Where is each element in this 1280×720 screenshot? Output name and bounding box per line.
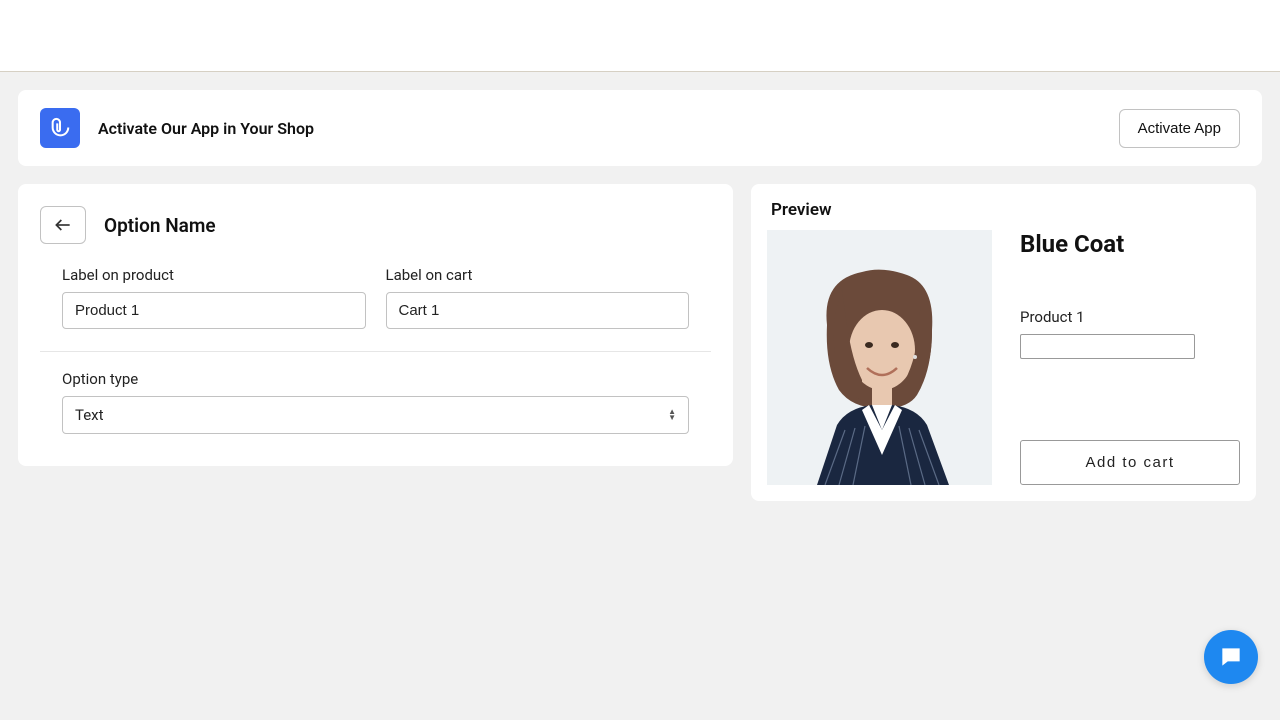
preview-card: Preview xyxy=(751,184,1256,501)
arrow-left-icon xyxy=(53,215,73,235)
option-type-label: Option type xyxy=(62,370,689,388)
top-blank-area xyxy=(0,0,1280,72)
content-area: Activate Our App in Your Shop Activate A… xyxy=(0,72,1280,519)
card-title: Option Name xyxy=(104,214,216,237)
preview-product-image xyxy=(767,230,992,485)
add-to-cart-button[interactable]: Add to cart xyxy=(1020,440,1240,485)
label-product-field: Label on product xyxy=(62,266,366,329)
option-type-select[interactable]: Text ▲ ▼ xyxy=(62,396,689,434)
banner-text: Activate Our App in Your Shop xyxy=(98,119,314,138)
app-icon xyxy=(40,108,80,148)
chat-icon xyxy=(1218,644,1244,670)
activate-app-button[interactable]: Activate App xyxy=(1119,109,1240,148)
banner-left: Activate Our App in Your Shop xyxy=(40,108,314,148)
preview-product-label: Product 1 xyxy=(1020,308,1240,326)
label-product-input[interactable] xyxy=(62,292,366,329)
divider xyxy=(40,351,711,352)
preview-body: Blue Coat Product 1 Add to cart xyxy=(767,230,1240,485)
option-type-field: Option type Text ▲ ▼ xyxy=(40,370,711,444)
preview-title: Preview xyxy=(767,200,1240,220)
preview-details: Blue Coat Product 1 Add to cart xyxy=(1020,230,1240,485)
preview-option-input[interactable] xyxy=(1020,334,1195,359)
card-header: Option Name xyxy=(40,206,711,244)
activation-banner: Activate Our App in Your Shop Activate A… xyxy=(18,90,1262,166)
field-row: Label on product Label on cart xyxy=(40,266,711,329)
option-type-value: Text xyxy=(75,406,104,424)
option-editor-card: Option Name Label on product Label on ca… xyxy=(18,184,733,466)
label-cart-label: Label on cart xyxy=(386,266,690,284)
label-product-label: Label on product xyxy=(62,266,366,284)
back-button[interactable] xyxy=(40,206,86,244)
main-row: Option Name Label on product Label on ca… xyxy=(18,184,1262,501)
select-arrows-icon: ▲ ▼ xyxy=(668,409,676,421)
preview-product-title: Blue Coat xyxy=(1020,230,1240,258)
label-cart-input[interactable] xyxy=(386,292,690,329)
label-cart-field: Label on cart xyxy=(386,266,690,329)
chat-widget-button[interactable] xyxy=(1204,630,1258,684)
